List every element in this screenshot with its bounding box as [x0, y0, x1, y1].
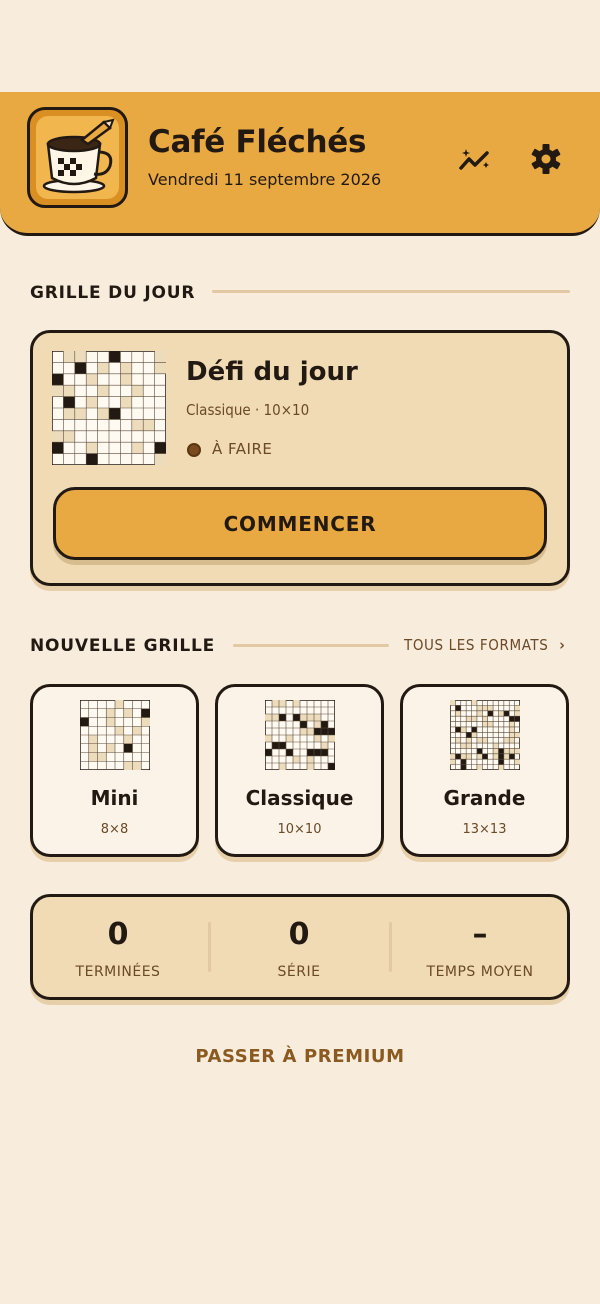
start-button[interactable]: COMMENCER: [53, 487, 547, 560]
all-formats-label: TOUS LES FORMATS: [404, 636, 549, 654]
stat-avg-time-value: –: [472, 917, 488, 952]
section-divider: [212, 290, 570, 293]
settings-button[interactable]: [527, 140, 565, 178]
status-dot-icon: [187, 443, 201, 457]
new-grid-section-title: NOUVELLE GRILLE: [30, 636, 216, 656]
coffee-cup-pencil-icon: [27, 107, 128, 208]
daily-title: Défi du jour: [186, 357, 358, 387]
format-size: 8×8: [100, 822, 129, 837]
format-size: 13×13: [462, 822, 507, 837]
stat-avg-time-label: TEMPS MOYEN: [426, 964, 534, 980]
format-size: 10×10: [277, 822, 322, 837]
classique-grid-thumbnail: [264, 699, 336, 771]
format-name: Classique: [245, 786, 354, 810]
all-formats-link[interactable]: TOUS LES FORMATS ›: [404, 636, 565, 654]
current-date: Vendredi 11 septembre 2026: [148, 170, 382, 189]
chevron-right-icon: ›: [559, 636, 566, 654]
mini-grid-thumbnail: [79, 699, 151, 771]
format-name: Mini: [90, 786, 139, 810]
status-badge: À FAIRE: [212, 440, 273, 458]
grande-grid-thumbnail: [449, 699, 521, 771]
stat-streak-label: SÉRIE: [277, 964, 321, 980]
stats-sparkle-icon: [459, 149, 489, 170]
daily-section-title: GRILLE DU JOUR: [30, 283, 196, 303]
app-title: Café Fléchés: [148, 124, 367, 160]
stat-completed-label: TERMINÉES: [75, 964, 161, 980]
format-name: Grande: [443, 786, 526, 810]
premium-link[interactable]: PASSER À PREMIUM: [0, 1046, 600, 1067]
daily-subtitle: Classique · 10×10: [186, 401, 310, 419]
stat-completed-value: 0: [107, 917, 129, 952]
stat-streak-value: 0: [288, 917, 310, 952]
gear-icon: [531, 144, 561, 174]
section-divider: [233, 644, 389, 647]
daily-grid-thumbnail: [51, 350, 167, 466]
stats-button[interactable]: [456, 140, 494, 178]
